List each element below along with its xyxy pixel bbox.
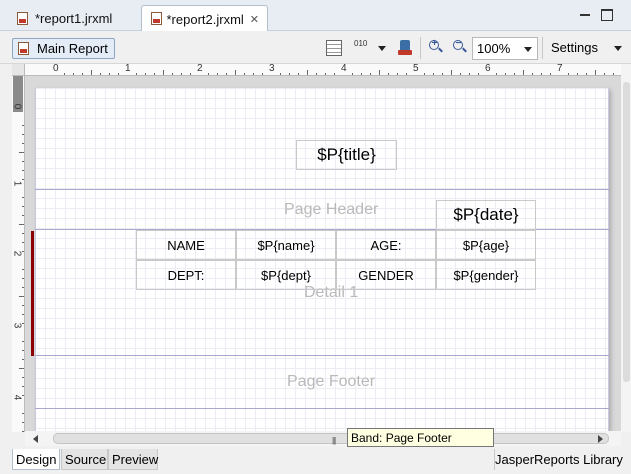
ruler-number: 0 [53,64,59,74]
chevron-down-icon [524,47,532,52]
tab-label: *report1.jrxml [35,11,113,26]
close-icon[interactable]: ✕ [250,13,259,26]
dept-field[interactable]: $P{dept} [236,260,336,290]
editor-tab-bar: *report1.jrxml *report2.jrxml ✕ [0,0,631,32]
band-tooltip: Band: Page Footer [347,428,494,447]
jrxml-file-icon [16,11,30,26]
maximize-icon[interactable] [601,9,613,21]
scroll-right-icon[interactable] [598,435,603,443]
left-margin-guide [35,88,36,431]
tab-preview[interactable]: Preview [108,449,158,470]
chevron-down-icon[interactable] [614,46,622,51]
ruler-ticks [64,70,614,75]
zoom-in-icon[interactable]: + [428,38,444,55]
title-field[interactable]: $P{title} [296,140,397,170]
zoom-level-value: 100% [477,41,511,56]
selected-band-indicator [31,231,34,356]
settings-menu[interactable]: Settings [551,40,598,55]
chevron-down-icon[interactable] [378,46,386,51]
zoom-level-select[interactable]: 100% [472,37,538,60]
horizontal-scrollbar[interactable]: ||| [25,431,621,446]
editor-mode-tabs: Design Source Preview JasperReports Libr… [0,447,631,474]
ruler-corner [12,64,25,76]
gender-field[interactable]: $P{gender} [436,260,536,290]
horizontal-scroll-thumb[interactable]: ||| [53,433,609,445]
toolbar-separator [420,37,421,59]
main-report-button[interactable]: Main Report [12,38,115,59]
tab-report2[interactable]: *report2.jrxml ✕ [141,5,268,32]
design-canvas[interactable]: Page Header Detail 1 Page Footer $P{titl… [25,76,621,431]
tab-label: *report2.jrxml [166,11,244,27]
ruler-number: 3 [269,64,275,74]
main-report-label: Main Report [37,41,108,56]
age-field[interactable]: $P{age} [436,230,536,260]
ruler-number: 4 [341,64,347,74]
page-footer-band-label: Page Footer [287,373,376,390]
scroll-grip: ||| [332,436,336,445]
tab-source[interactable]: Source [61,449,108,470]
page-layout-icon[interactable] [326,40,342,56]
designer-toolbar: Main Report 010 + − 100% Settings [0,31,631,64]
report-icon [17,41,31,56]
ruler-number: 1 [125,64,131,74]
page-header-band-label: Page Header [284,201,379,218]
horizontal-ruler[interactable]: 0 1 2 3 4 5 6 7 [25,64,621,76]
ruler-number: 7 [557,64,563,74]
tab-report1[interactable]: *report1.jrxml [8,6,138,31]
ruler-number: 1 [12,180,23,187]
jasperreports-library-label: JasperReports Library [494,449,623,470]
ruler-number: 2 [12,250,23,257]
age-label[interactable]: AGE: [336,230,436,260]
name-label[interactable]: NAME [136,230,236,260]
band-separator[interactable] [35,189,609,190]
zoom-out-icon[interactable]: − [452,38,468,55]
dept-label[interactable]: DEPT: [136,260,236,290]
band-separator[interactable] [35,355,609,356]
number-format-icon[interactable]: 010 [354,40,370,56]
ruler-number: 0 [12,103,23,110]
scroll-left-icon[interactable] [33,435,38,443]
date-field[interactable]: $P{date} [436,200,536,230]
ruler-number: 2 [197,64,203,74]
report-page[interactable]: Page Header Detail 1 Page Footer $P{titl… [35,88,609,431]
tab-design[interactable]: Design [12,449,60,470]
toolbar-separator [542,37,543,59]
minimize-icon[interactable] [579,9,591,21]
band-separator[interactable] [35,408,609,409]
name-field[interactable]: $P{name} [236,230,336,260]
jrxml-file-icon [150,12,162,26]
dataset-icon[interactable] [398,40,414,56]
ruler-number: 4 [12,394,23,401]
ruler-number: 6 [485,64,491,74]
vertical-scroll-thumb[interactable] [623,82,630,382]
vertical-ruler[interactable]: 0 1 2 3 4 [12,76,25,432]
right-margin-guide [608,88,609,431]
ruler-number: 5 [413,64,419,74]
ruler-number: 3 [12,322,23,329]
gender-label[interactable]: GENDER [336,260,436,290]
vertical-scrollbar[interactable] [621,64,631,432]
